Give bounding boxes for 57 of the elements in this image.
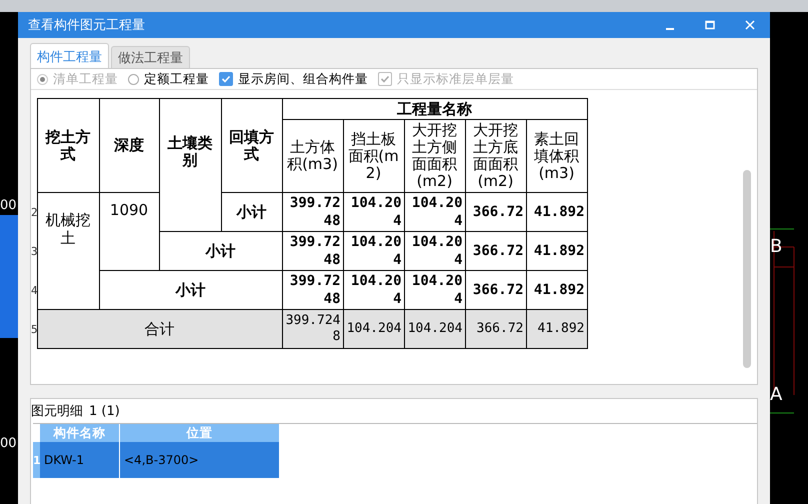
tab[interactable]: 做法工程量 bbox=[111, 46, 190, 68]
column-header: 位置 bbox=[120, 424, 280, 442]
tab[interactable]: 构件工程量 bbox=[30, 43, 109, 69]
table-cell: 41.892 bbox=[526, 310, 587, 348]
column-header: 挡土板面积(m2) bbox=[343, 120, 404, 192]
checkbox[interactable] bbox=[219, 72, 233, 86]
column-header: 素土回填体积(m3) bbox=[526, 120, 587, 192]
radio-button[interactable] bbox=[128, 74, 139, 84]
table-cell: 366.72 bbox=[465, 192, 526, 232]
column-header: 大开挖土方底面面积(m2) bbox=[465, 120, 526, 192]
option-label: 清单工程量 bbox=[53, 70, 118, 88]
table-cell[interactable]: DKW-1 bbox=[40, 442, 120, 478]
row-number: 1 bbox=[33, 442, 40, 478]
group-header: 工程量名称 bbox=[282, 98, 587, 120]
column-header: 回填方式 bbox=[221, 98, 282, 192]
count-label: 1 (1) bbox=[89, 404, 120, 418]
table-cell: 41.892 bbox=[526, 192, 587, 232]
option-label: 显示房间、组合构件量 bbox=[238, 70, 368, 88]
scrollbar[interactable] bbox=[743, 170, 751, 368]
row-number: 5 bbox=[31, 310, 37, 348]
section-title: 图元明细 bbox=[31, 403, 83, 420]
table-cell: 104.204 bbox=[404, 310, 465, 348]
table-cell: 104.204 bbox=[404, 232, 465, 270]
table-cell: 399.7248 bbox=[282, 192, 343, 232]
table-cell: 104.204 bbox=[343, 232, 404, 270]
column-header: 挖土方式 bbox=[37, 98, 99, 192]
table-cell: 399.7248 bbox=[282, 232, 343, 270]
table-cell: 104.204 bbox=[404, 192, 465, 232]
axis-label: B bbox=[770, 237, 782, 257]
column-header: 土方体积(m3) bbox=[282, 120, 343, 192]
table-cell[interactable]: <4,B-3700> bbox=[120, 442, 280, 478]
close-icon bbox=[745, 20, 755, 30]
table-cell: 41.892 bbox=[526, 232, 587, 270]
row-number: 3 bbox=[31, 232, 37, 270]
table-cell: 366.72 bbox=[465, 232, 526, 270]
column-header: 深度 bbox=[99, 98, 159, 192]
axis-label: A bbox=[770, 385, 782, 405]
subtotal-label: 小计 bbox=[221, 192, 282, 232]
dimension-label: 00 bbox=[0, 197, 17, 215]
column-header: 土壤类别 bbox=[159, 98, 221, 232]
check-icon bbox=[221, 74, 231, 84]
window-title: 查看构件图元工程量 bbox=[28, 17, 146, 34]
option-label: 定额工程量 bbox=[144, 70, 209, 88]
maximize-icon bbox=[705, 20, 715, 30]
total-label: 合计 bbox=[37, 310, 282, 348]
table-cell: 104.204 bbox=[343, 192, 404, 232]
subtotal-label: 小计 bbox=[159, 232, 282, 270]
row-number: 2 bbox=[31, 192, 37, 232]
minimize-icon bbox=[666, 28, 674, 30]
table-cell: 399.7248 bbox=[282, 310, 343, 348]
table-cell: 104.204 bbox=[343, 310, 404, 348]
table-cell: 366.72 bbox=[465, 310, 526, 348]
option-label: 只显示标准层单层量 bbox=[397, 70, 514, 88]
dimension-label: 00 bbox=[0, 435, 17, 453]
check-icon bbox=[380, 74, 390, 84]
column-header: 大开挖土方侧面面积(m2) bbox=[404, 120, 465, 192]
column-header: 构件名称 bbox=[40, 424, 120, 442]
